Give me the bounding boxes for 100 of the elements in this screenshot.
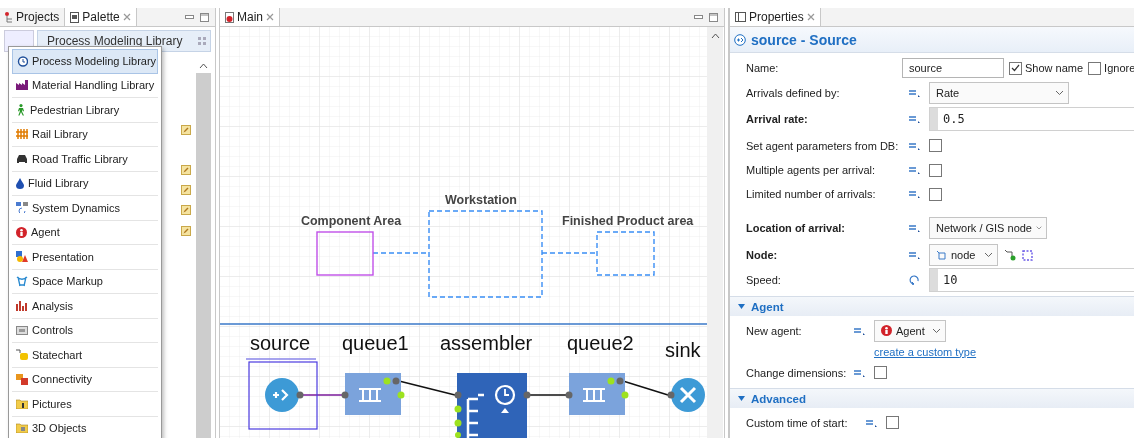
queue-block[interactable] [341, 373, 405, 415]
equals-icon [909, 88, 920, 97]
connector-line [529, 394, 567, 396]
area-rectangle[interactable] [596, 231, 655, 276]
create-type-link[interactable]: create a custom type [874, 345, 977, 358]
connector-line [398, 380, 456, 396]
field-label: Speed: [746, 274, 782, 286]
rail-icon [16, 129, 28, 140]
panel-tab[interactable]: Palette [65, 8, 137, 26]
caret-icon [932, 327, 941, 334]
pencil-icon [181, 185, 191, 195]
checkbox[interactable] [886, 416, 899, 429]
equals-icon [909, 115, 920, 123]
field-label: Node: [746, 249, 779, 261]
close-icon[interactable] [806, 13, 815, 21]
clock-icon [17, 55, 28, 67]
expand-arrow-icon [738, 304, 745, 309]
checkbox[interactable] [929, 187, 942, 201]
label-underline [245, 358, 317, 360]
section-header[interactable]: Advanced [730, 388, 1134, 408]
selection-icon[interactable] [1022, 249, 1033, 261]
dropdown[interactable]: node [929, 244, 998, 266]
section-header[interactable]: Agent [730, 296, 1134, 316]
chart-icon [16, 300, 28, 312]
block-label: source [250, 332, 311, 354]
pencil-icon [181, 165, 191, 175]
assembler-block[interactable] [454, 373, 531, 438]
connector-line [302, 394, 343, 396]
project-tree-icon [5, 11, 13, 23]
checkbox[interactable] [929, 163, 942, 177]
scroll-up-icon [199, 63, 208, 69]
field-label: Set agent parameters from DB: [746, 139, 900, 152]
panel-tab[interactable]: Properties [730, 8, 821, 26]
queue-block[interactable] [565, 373, 629, 415]
field-label: Custom time of start: [746, 416, 849, 429]
add-node-icon[interactable] [1004, 249, 1016, 261]
area-label: Component Area [300, 214, 402, 228]
equals-icon [909, 251, 920, 259]
field-label: Name: [746, 62, 780, 74]
equals-icon [854, 326, 865, 335]
checkbox-option[interactable]: Ignore [1088, 61, 1134, 75]
menu-item[interactable]: Process Modeling Library [12, 49, 158, 74]
caret-icon [1036, 225, 1042, 231]
agent-icon [16, 226, 27, 238]
equals-icon [909, 224, 920, 232]
area-rectangle[interactable] [316, 231, 374, 276]
scrollbar-thumb[interactable] [196, 73, 211, 438]
block-label: queue2 [567, 332, 634, 354]
diagram-canvas[interactable]: Component Area Workstation Finished Product area source queue1 assembler queue2 sink [220, 27, 707, 438]
factory-icon [16, 80, 28, 91]
field-label: Arrivals defined by: [746, 86, 841, 99]
loop-arrow-icon [909, 275, 920, 285]
area-label: Workstation [445, 193, 517, 207]
controls-icon [16, 325, 28, 335]
area-label: Finished Product area [562, 214, 694, 228]
dropdown[interactable]: Agent [874, 319, 946, 342]
maximize-icon [200, 12, 209, 22]
pencil-icon [181, 226, 191, 236]
editor-tab[interactable]: Main [220, 8, 280, 26]
equals-icon [909, 141, 920, 150]
folder-icon [16, 398, 28, 409]
code-field[interactable]: 10 [929, 268, 1134, 292]
walking-figure-icon [16, 103, 26, 116]
code-field[interactable]: 0.5 [929, 107, 1134, 131]
close-icon[interactable] [122, 13, 131, 21]
source-block[interactable] [248, 361, 318, 430]
window-icon [735, 12, 746, 22]
source-icon [734, 33, 746, 46]
equals-icon [909, 166, 920, 174]
close-icon[interactable] [266, 13, 274, 21]
checkbox[interactable] [1009, 61, 1022, 75]
drop-icon [16, 177, 24, 189]
properties-title: source - Source [751, 31, 857, 48]
sink-block[interactable] [667, 378, 705, 412]
checkbox[interactable] [1088, 61, 1102, 75]
agent-icon [881, 325, 892, 336]
node-icon [936, 249, 947, 261]
dropdown[interactable]: Rate [929, 81, 1069, 104]
checkbox[interactable] [929, 139, 942, 152]
connectivity-icon [16, 373, 28, 385]
pencil-icon [181, 125, 191, 135]
area-rectangle[interactable] [428, 210, 543, 298]
car-icon [16, 153, 28, 164]
field-label: Location of arrival: [746, 222, 847, 234]
diagram-icon [16, 202, 28, 214]
markup-icon [16, 275, 28, 287]
equals-icon [909, 190, 920, 198]
field-label: Change dimensions: [746, 366, 848, 379]
connector-line [622, 380, 669, 396]
field-label: Multiple agents per arrival: [746, 164, 876, 176]
expand-arrow-icon [738, 396, 745, 401]
field-label: Arrival rate: [746, 113, 809, 125]
folder-icon [16, 423, 28, 434]
block-label: assembler [440, 332, 533, 354]
caret-icon [984, 252, 993, 258]
checkbox-option[interactable]: Show name [1009, 61, 1084, 75]
checkbox[interactable] [874, 366, 887, 379]
name-field[interactable]: source [902, 58, 1004, 78]
dropdown[interactable]: Network / GIS node [929, 217, 1047, 239]
grid-icon [198, 37, 206, 45]
